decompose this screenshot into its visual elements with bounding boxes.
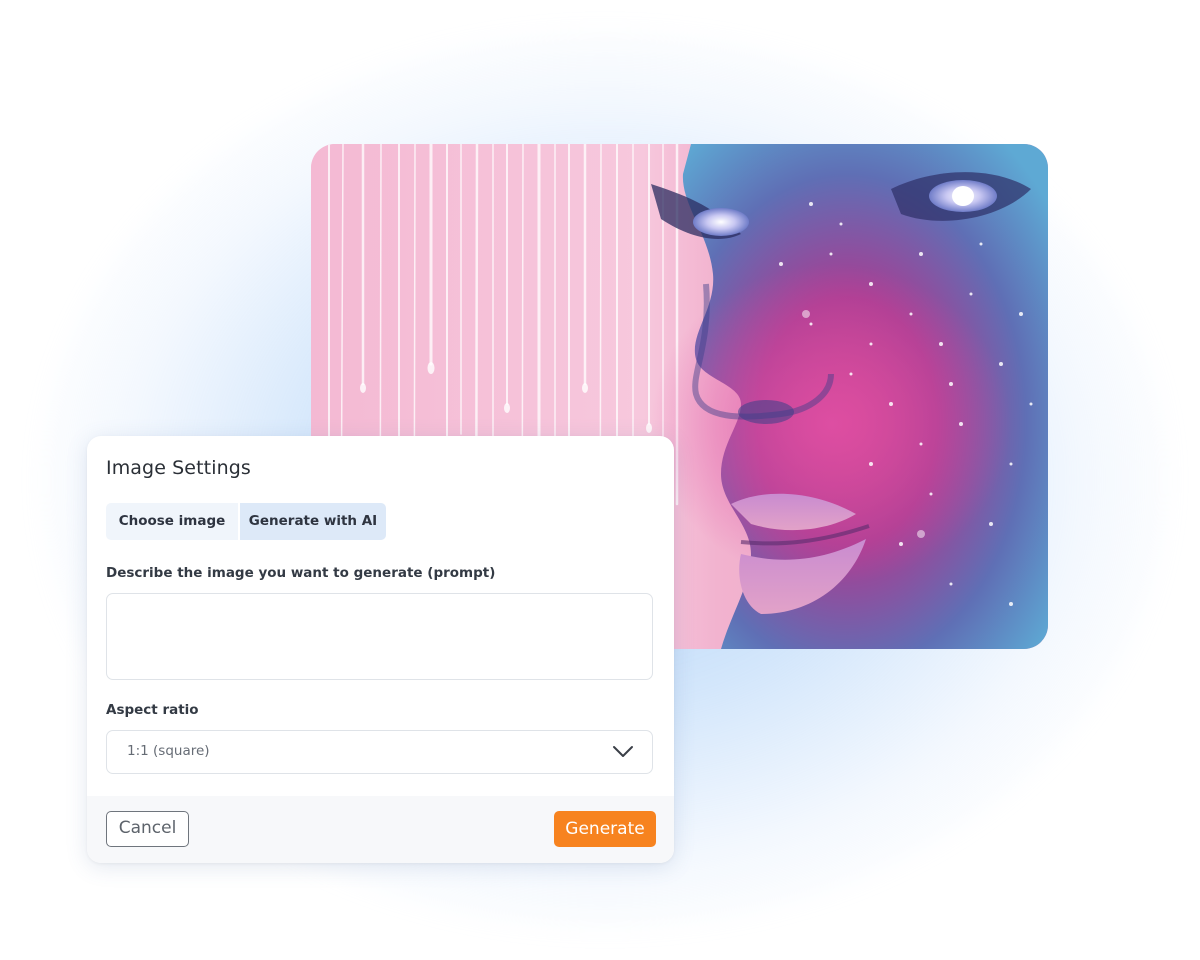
aspect-ratio-value: 1:1 (square) bbox=[127, 743, 210, 759]
prompt-label: Describe the image you want to generate … bbox=[106, 565, 496, 581]
cancel-button[interactable]: Cancel bbox=[106, 811, 189, 847]
tab-choose-image[interactable]: Choose image bbox=[106, 503, 238, 540]
prompt-input[interactable] bbox=[106, 593, 653, 680]
dialog-footer: Cancel Generate bbox=[87, 796, 674, 863]
stage: Image Settings Choose image Generate wit… bbox=[0, 0, 1200, 960]
dialog-title: Image Settings bbox=[106, 457, 251, 479]
image-settings-dialog: Image Settings Choose image Generate wit… bbox=[87, 436, 674, 863]
tab-generate-with-ai[interactable]: Generate with AI bbox=[240, 503, 386, 540]
aspect-ratio-select[interactable]: 1:1 (square) bbox=[106, 730, 653, 774]
aspect-ratio-label: Aspect ratio bbox=[106, 702, 199, 718]
source-tabs: Choose image Generate with AI bbox=[106, 503, 386, 540]
chevron-down-icon bbox=[613, 746, 633, 757]
generate-button[interactable]: Generate bbox=[554, 811, 656, 847]
